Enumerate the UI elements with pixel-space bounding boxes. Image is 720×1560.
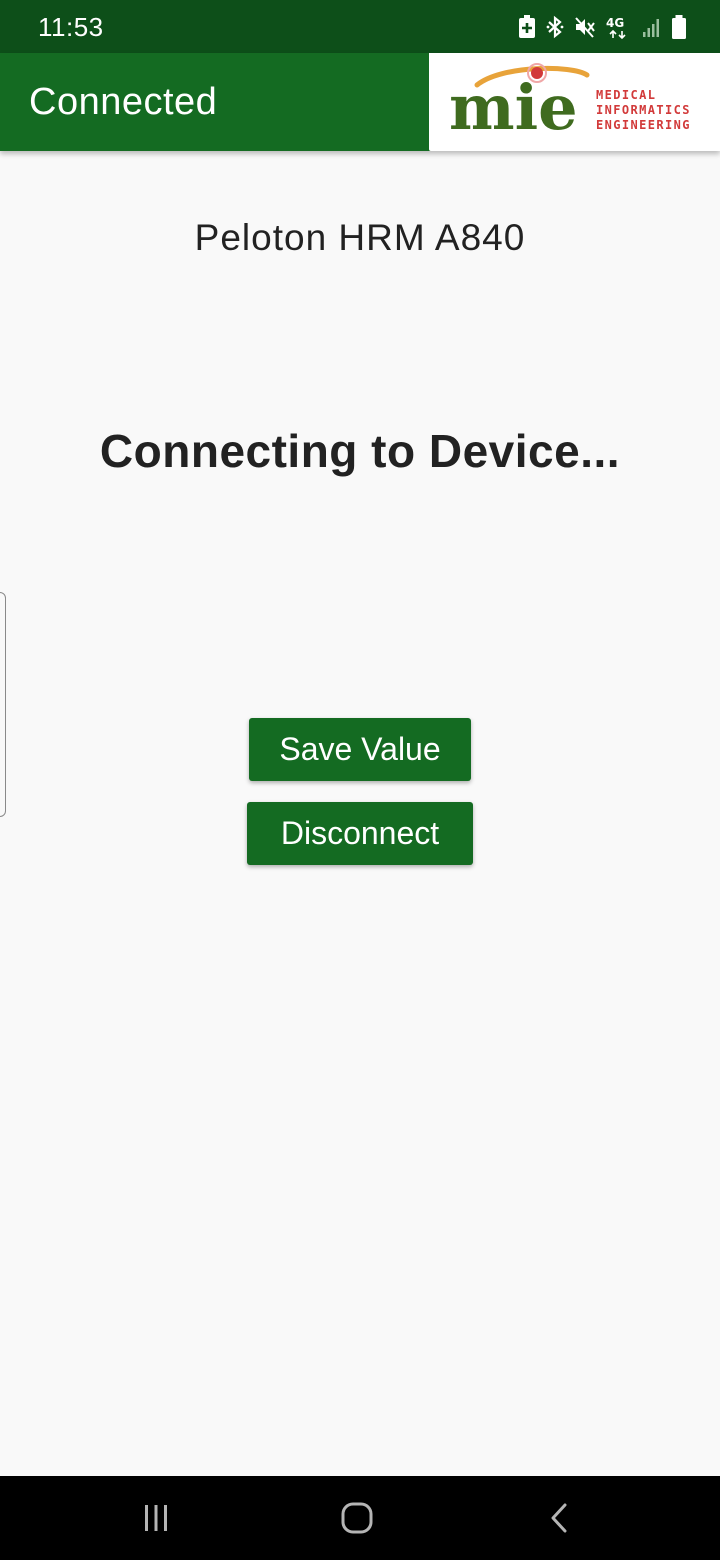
app-screen: 11:53 4G Connected mie MEDICAL INFORMATI… <box>0 0 720 1560</box>
navigation-bar <box>0 1476 720 1560</box>
connection-status-message: Connecting to Device... <box>99 425 621 477</box>
logo-line-engineering: ENGINEERING <box>596 118 691 132</box>
mute-icon <box>574 15 596 39</box>
network-label: 4G <box>606 16 624 30</box>
home-icon <box>341 1502 373 1534</box>
battery-icon <box>672 15 686 39</box>
logo-line-informatics: INFORMATICS <box>596 103 691 117</box>
signal-icon <box>642 16 662 38</box>
mie-logo-mark: mie <box>449 63 590 143</box>
bluetooth-icon <box>546 15 564 39</box>
status-time: 11:53 <box>38 12 104 42</box>
app-title: Connected <box>29 81 218 123</box>
edge-panel-handle[interactable] <box>0 592 6 817</box>
device-name: Peloton HRM A840 <box>194 217 526 258</box>
logo-text: mie <box>449 71 578 143</box>
battery-saver-icon <box>518 15 536 39</box>
recent-apps-icon <box>145 1505 167 1531</box>
mie-logo: mie MEDICAL INFORMATICS ENGINEERING <box>429 53 720 151</box>
logo-wordmark: MEDICAL INFORMATICS ENGINEERING <box>596 88 711 133</box>
app-bar: Connected mie MEDICAL INFORMATICS ENGINE… <box>0 53 720 151</box>
disconnect-button[interactable]: Disconnect <box>247 802 473 865</box>
save-value-button[interactable]: Save Value <box>249 718 471 781</box>
back-button[interactable] <box>529 1496 589 1540</box>
logo-line-medical: MEDICAL <box>596 88 657 102</box>
recent-apps-button[interactable] <box>126 1496 186 1540</box>
status-icons: 4G <box>518 14 686 40</box>
home-button[interactable] <box>327 1496 387 1540</box>
back-icon <box>551 1503 567 1533</box>
network-4g-icon: 4G <box>606 15 632 39</box>
status-bar: 11:53 4G <box>0 0 720 53</box>
